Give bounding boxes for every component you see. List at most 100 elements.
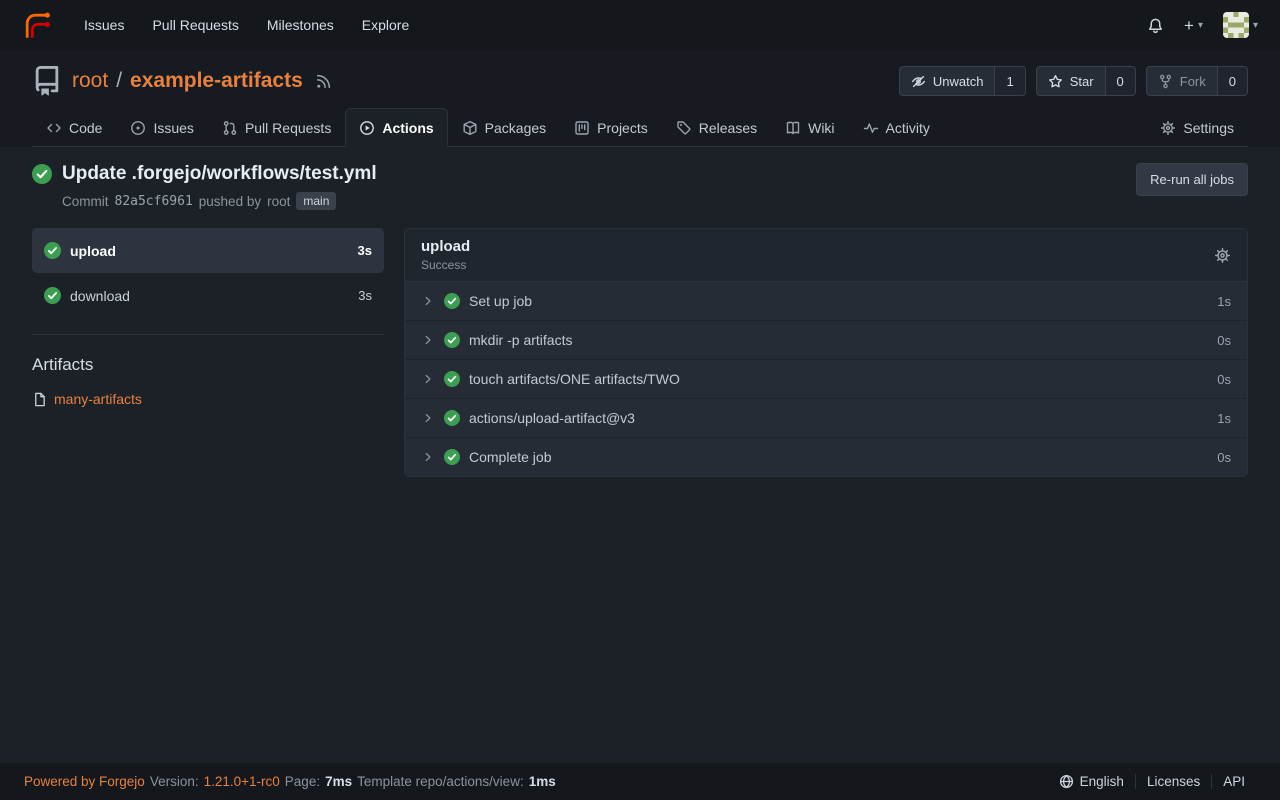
tab-actions[interactable]: Actions bbox=[345, 108, 447, 147]
star-count[interactable]: 0 bbox=[1105, 67, 1135, 95]
step-row-mkdir[interactable]: mkdir -p artifacts 0s bbox=[405, 320, 1247, 359]
rerun-all-jobs-button[interactable]: Re-run all jobs bbox=[1136, 163, 1248, 196]
step-row-set-up-job[interactable]: Set up job 1s bbox=[405, 282, 1247, 320]
footer: Powered by Forgejo Version: 1.21.0+1-rc0… bbox=[0, 763, 1280, 800]
tab-releases[interactable]: Releases bbox=[662, 108, 771, 147]
sidebar-divider bbox=[32, 334, 384, 335]
step-duration: 0s bbox=[1217, 333, 1231, 348]
job-duration: 3s bbox=[358, 243, 372, 258]
tab-activity[interactable]: Activity bbox=[849, 108, 944, 147]
artifacts-heading: Artifacts bbox=[32, 355, 384, 375]
nav-explore[interactable]: Explore bbox=[348, 8, 423, 42]
run-title: Update .forgejo/workflows/test.yml bbox=[62, 163, 377, 185]
job-detail-header: upload Success bbox=[405, 229, 1247, 282]
tab-pull-requests[interactable]: Pull Requests bbox=[208, 108, 345, 147]
step-name: actions/upload-artifact@v3 bbox=[469, 410, 635, 426]
nav-milestones[interactable]: Milestones bbox=[253, 8, 348, 42]
step-row-upload-artifact[interactable]: actions/upload-artifact@v3 1s bbox=[405, 398, 1247, 437]
repo-tabs: Code Issues Pull Requests Actions Packag… bbox=[32, 108, 1248, 147]
user-menu[interactable]: ▾ bbox=[1223, 12, 1258, 38]
repo-owner-link[interactable]: root bbox=[72, 69, 108, 93]
file-icon bbox=[32, 392, 47, 407]
rss-icon[interactable] bbox=[315, 73, 332, 90]
star-label: Star bbox=[1070, 74, 1094, 89]
star-button-group: Star 0 bbox=[1036, 66, 1136, 96]
plus-icon: + bbox=[1184, 17, 1194, 34]
job-name: download bbox=[70, 288, 130, 304]
job-duration: 3s bbox=[358, 288, 372, 303]
fork-button-group: Fork 0 bbox=[1146, 66, 1248, 96]
top-navbar: Issues Pull Requests Milestones Explore … bbox=[0, 0, 1280, 50]
commit-line: Commit 82a5cf6961 pushed by root main bbox=[62, 192, 377, 210]
job-row-download[interactable]: download 3s bbox=[32, 273, 384, 318]
star-button[interactable]: Star bbox=[1037, 67, 1105, 95]
fork-count[interactable]: 0 bbox=[1217, 67, 1247, 95]
notifications-bell-icon[interactable] bbox=[1147, 17, 1164, 34]
artifact-link-many-artifacts[interactable]: many-artifacts bbox=[32, 391, 384, 407]
check-circle-icon bbox=[444, 332, 460, 348]
commit-sha-link[interactable]: 82a5cf6961 bbox=[115, 194, 193, 209]
check-circle-icon bbox=[44, 242, 61, 259]
tab-packages[interactable]: Packages bbox=[448, 108, 560, 147]
watch-count[interactable]: 1 bbox=[994, 67, 1024, 95]
job-row-upload[interactable]: upload 3s bbox=[32, 228, 384, 273]
tab-label: Releases bbox=[699, 120, 757, 136]
unwatch-button[interactable]: Unwatch bbox=[900, 67, 995, 95]
version-label: Version: bbox=[150, 774, 199, 789]
api-link[interactable]: API bbox=[1211, 774, 1256, 789]
tab-wiki[interactable]: Wiki bbox=[771, 108, 848, 147]
tab-label: Settings bbox=[1183, 120, 1234, 136]
step-duration: 1s bbox=[1217, 294, 1231, 309]
tab-settings[interactable]: Settings bbox=[1146, 108, 1248, 147]
repo-name-link[interactable]: example-artifacts bbox=[130, 69, 303, 93]
create-new-menu[interactable]: + ▾ bbox=[1184, 17, 1203, 34]
tab-label: Activity bbox=[886, 120, 930, 136]
page-label: Page: bbox=[285, 774, 320, 789]
detail-job-name: upload bbox=[421, 238, 470, 255]
nav-issues[interactable]: Issues bbox=[70, 8, 138, 42]
pusher-link[interactable]: root bbox=[267, 194, 290, 209]
step-row-touch[interactable]: touch artifacts/ONE artifacts/TWO 0s bbox=[405, 359, 1247, 398]
check-circle-icon bbox=[444, 293, 460, 309]
chevron-right-icon bbox=[421, 450, 435, 464]
check-circle-icon bbox=[44, 287, 61, 304]
template-label: Template repo/actions/view: bbox=[357, 774, 524, 789]
detail-job-status: Success bbox=[421, 258, 470, 272]
tab-code[interactable]: Code bbox=[32, 108, 116, 147]
version-link[interactable]: 1.21.0+1-rc0 bbox=[204, 774, 280, 789]
tab-label: Packages bbox=[485, 120, 546, 136]
check-circle-icon bbox=[444, 449, 460, 465]
tab-issues[interactable]: Issues bbox=[116, 108, 207, 147]
breadcrumb-separator: / bbox=[116, 69, 122, 93]
licenses-link[interactable]: Licenses bbox=[1135, 774, 1211, 789]
page-time: 7ms bbox=[325, 774, 352, 789]
step-row-complete-job[interactable]: Complete job 0s bbox=[405, 437, 1247, 476]
chevron-right-icon bbox=[421, 294, 435, 308]
fork-label: Fork bbox=[1180, 74, 1206, 89]
gear-icon[interactable] bbox=[1214, 247, 1231, 264]
fork-button[interactable]: Fork bbox=[1147, 67, 1217, 95]
watch-button-group: Unwatch 1 bbox=[899, 66, 1026, 96]
forgejo-logo[interactable] bbox=[22, 10, 52, 40]
pushed-by-text: pushed by bbox=[199, 194, 261, 209]
artifact-name: many-artifacts bbox=[54, 391, 142, 407]
run-status-success-icon bbox=[32, 164, 52, 184]
main-content: Update .forgejo/workflows/test.yml Commi… bbox=[0, 147, 1280, 763]
branch-badge[interactable]: main bbox=[296, 192, 336, 210]
caret-down-icon: ▾ bbox=[1253, 20, 1258, 31]
globe-icon bbox=[1059, 774, 1074, 789]
powered-by-forgejo-link[interactable]: Powered by Forgejo bbox=[24, 774, 145, 789]
nav-pull-requests[interactable]: Pull Requests bbox=[138, 8, 252, 42]
step-list: Set up job 1s mkdir -p artifacts 0s touc… bbox=[405, 282, 1247, 476]
step-duration: 1s bbox=[1217, 411, 1231, 426]
tab-label: Projects bbox=[597, 120, 648, 136]
job-name: upload bbox=[70, 243, 116, 259]
tab-label: Actions bbox=[382, 120, 433, 136]
tab-label: Wiki bbox=[808, 120, 834, 136]
unwatch-label: Unwatch bbox=[933, 74, 984, 89]
commit-word: Commit bbox=[62, 194, 109, 209]
language-selector[interactable]: English bbox=[1048, 774, 1135, 789]
tab-label: Pull Requests bbox=[245, 120, 331, 136]
repo-header: root / example-artifacts Unwatch bbox=[0, 50, 1280, 147]
tab-projects[interactable]: Projects bbox=[560, 108, 662, 147]
